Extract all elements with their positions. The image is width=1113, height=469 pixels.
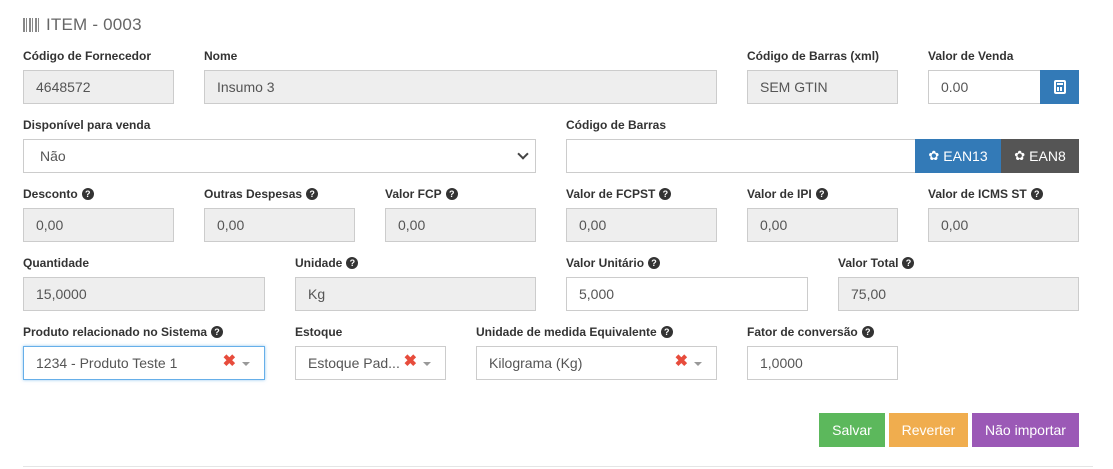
help-icon[interactable]: ? [445,188,458,200]
caret-down-icon [423,362,431,366]
help-icon[interactable]: ? [306,188,319,200]
valor-fcp-label: Valor FCP? [385,186,458,202]
codigo-fornecedor-label: Código de Fornecedor [23,49,152,63]
help-icon[interactable]: ? [660,326,673,338]
estoque-select[interactable]: Estoque Pad... ✖ [295,346,446,380]
salvar-button[interactable]: Salvar [819,413,885,447]
desconto-label: Desconto? [23,186,94,202]
nome-label: Nome [204,49,238,63]
ean8-button[interactable]: ✿ EAN8 [1001,139,1079,173]
barcode-icon [23,18,41,32]
codigo-barras-label: Código de Barras [566,118,667,132]
calculator-icon [1053,80,1066,94]
valor-venda-input[interactable]: 0.00 [928,70,1041,104]
quantidade-field[interactable]: 15,0000 [23,277,265,311]
codigo-barras-xml-label: Código de Barras (xml) [747,49,880,63]
valor-ipi-field[interactable]: 0,00 [747,208,898,242]
unidade-field[interactable]: Kg [295,277,536,311]
divider [23,466,1093,467]
valor-fcpst-field[interactable]: 0,00 [566,208,717,242]
valor-total-field[interactable]: 75,00 [838,277,1079,311]
nao-importar-button[interactable]: Não importar [972,413,1079,447]
valor-ipi-label: Valor de IPI? [747,186,828,202]
desconto-field[interactable]: 0,00 [23,208,174,242]
valor-icms-st-label: Valor de ICMS ST? [928,186,1043,202]
help-icon[interactable]: ? [211,326,224,338]
chevron-down-icon [517,148,529,160]
help-icon[interactable]: ? [648,257,661,269]
valor-icms-st-field[interactable]: 0,00 [928,208,1079,242]
produto-relacionado-label: Produto relacionado no Sistema? [23,324,224,340]
help-icon[interactable]: ? [81,188,94,200]
valor-unitario-label: Valor Unitário? [566,255,661,271]
page-title: ITEM - 0003 [46,15,142,34]
produto-relacionado-select[interactable]: 1234 - Produto Teste 1 ✖ [23,346,265,380]
valor-unitario-input[interactable]: 5,000 [566,277,808,311]
codigo-barras-input[interactable] [566,139,916,173]
disponivel-venda-label: Disponível para venda [23,118,151,132]
calculator-button[interactable] [1040,70,1079,104]
caret-down-icon [242,362,250,366]
outras-despesas-label: Outras Despesas? [204,186,319,202]
quantidade-label: Quantidade [23,256,90,270]
page-header: ITEM - 0003 [23,14,142,36]
valor-total-label: Valor Total? [838,255,915,271]
fator-conversao-label: Fator de conversão? [747,324,874,340]
codigo-fornecedor-field[interactable]: 4648572 [23,70,174,104]
clear-icon[interactable]: ✖ [404,353,417,371]
codigo-barras-xml-field[interactable]: SEM GTIN [747,70,898,104]
fator-conversao-input[interactable]: 1,0000 [747,346,898,380]
caret-down-icon [694,362,702,366]
help-icon[interactable]: ? [861,326,874,338]
clear-icon[interactable]: ✖ [675,353,688,371]
clear-icon[interactable]: ✖ [223,353,236,371]
help-icon[interactable]: ? [1030,188,1043,200]
help-icon[interactable]: ? [659,188,672,200]
gear-icon: ✿ [928,148,940,163]
help-icon[interactable]: ? [815,188,828,200]
valor-fcpst-label: Valor de FCPST? [566,186,672,202]
outras-despesas-field[interactable]: 0,00 [204,208,355,242]
unidade-equivalente-label: Unidade de medida Equivalente? [476,324,673,340]
valor-venda-label: Valor de Venda [928,49,1014,63]
help-icon[interactable]: ? [346,257,359,269]
help-icon[interactable]: ? [902,257,915,269]
gear-icon: ✿ [1014,148,1026,163]
nome-field[interactable]: Insumo 3 [204,70,717,104]
disponivel-venda-select[interactable]: Não [23,139,536,173]
unidade-label: Unidade? [295,255,359,271]
reverter-button[interactable]: Reverter [889,413,968,447]
ean13-button[interactable]: ✿ EAN13 [915,139,1001,173]
estoque-label: Estoque [295,325,343,339]
unidade-equivalente-select[interactable]: Kilograma (Kg) ✖ [476,346,717,380]
valor-fcp-field[interactable]: 0,00 [385,208,536,242]
